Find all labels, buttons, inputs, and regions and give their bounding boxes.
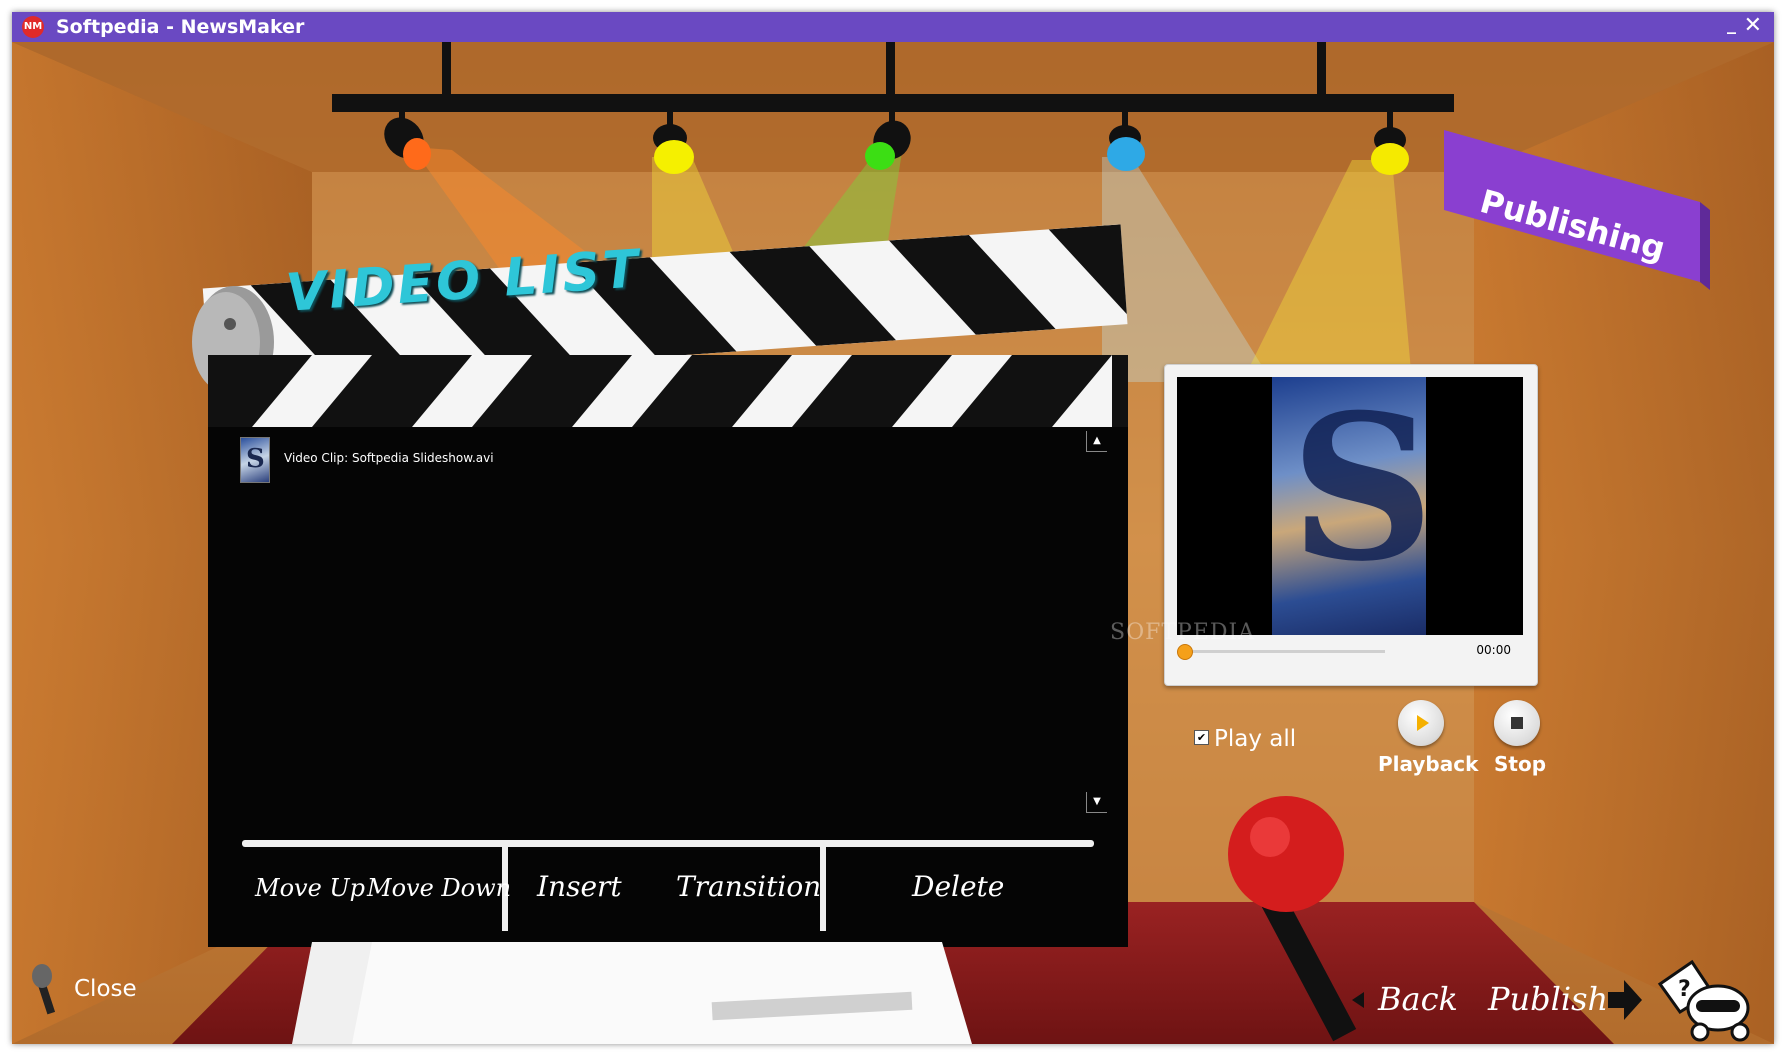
close-window-button[interactable]: ✕: [1744, 13, 1762, 38]
svg-text:?: ?: [1678, 977, 1691, 1002]
help-mascot-icon[interactable]: ?: [1650, 954, 1760, 1044]
scroll-up-button[interactable]: ▲: [1086, 431, 1107, 452]
video-list[interactable]: S Video Clip: Softpedia Slideshow.avi ▲ …: [208, 427, 1107, 813]
stop-icon: [1511, 717, 1523, 729]
playback-label: Playback: [1378, 752, 1479, 776]
back-button[interactable]: Back: [1378, 980, 1458, 1018]
title-bar[interactable]: NM Softpedia - NewsMaker _ ✕: [12, 12, 1774, 42]
stop-label: Stop: [1494, 752, 1547, 776]
app-window: NM Softpedia - NewsMaker _ ✕ VIDEO LIST …: [12, 12, 1774, 1044]
insert-button[interactable]: Insert: [537, 870, 622, 903]
playback-button[interactable]: [1398, 700, 1444, 746]
window-title: Softpedia - NewsMaker: [56, 16, 305, 38]
video-thumbnail-icon: S: [240, 437, 270, 483]
publish-button[interactable]: Publish: [1488, 980, 1608, 1018]
seek-thumb[interactable]: [1177, 644, 1193, 660]
watermark: SOFTPEDIA: [1110, 620, 1256, 645]
time-display: 00:00: [1476, 643, 1511, 657]
play-all-label: Play all: [1214, 726, 1297, 752]
transition-button[interactable]: Transition: [676, 870, 821, 903]
scroll-down-button[interactable]: ▼: [1086, 792, 1107, 813]
video-screen: S: [1177, 377, 1523, 635]
newsmaker-app-icon: NM: [22, 16, 44, 38]
stop-button[interactable]: [1494, 700, 1540, 746]
list-item[interactable]: S Video Clip: Softpedia Slideshow.avi: [240, 437, 840, 483]
video-frame-image: S: [1272, 377, 1434, 635]
delete-button[interactable]: Delete: [912, 870, 1004, 903]
play-icon: [1417, 715, 1429, 731]
move-up-button[interactable]: Move Up: [255, 874, 365, 902]
play-all-check[interactable]: ✔: [1194, 730, 1209, 745]
seek-bar[interactable]: [1185, 650, 1385, 653]
studio-stage: VIDEO LIST Publishing S Video Clip: Soft…: [12, 42, 1774, 1044]
video-item-label: Video Clip: Softpedia Slideshow.avi: [284, 451, 494, 465]
microphone-icon: [32, 964, 56, 1015]
move-down-button[interactable]: Move Down: [367, 874, 511, 902]
close-label: Close: [74, 976, 137, 1002]
minimize-button[interactable]: _: [1727, 14, 1736, 35]
close-button[interactable]: Close: [28, 962, 148, 1022]
